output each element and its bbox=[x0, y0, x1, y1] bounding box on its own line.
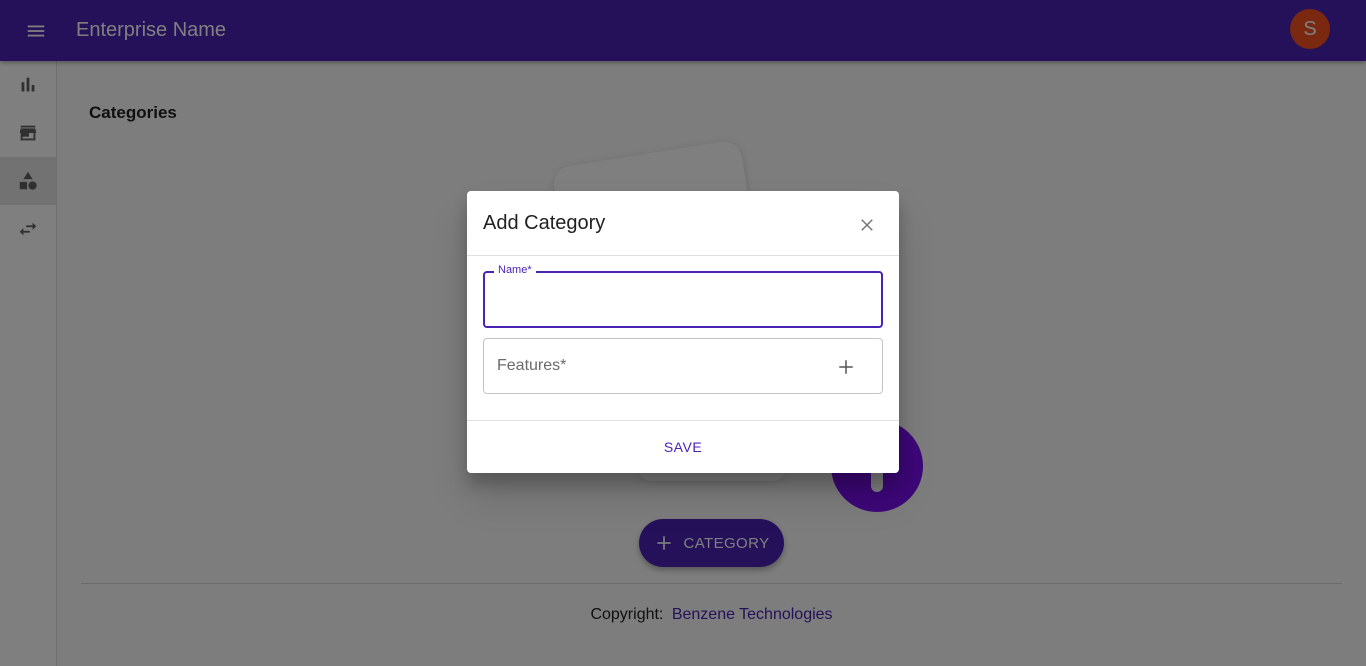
close-dialog-button[interactable] bbox=[855, 213, 879, 237]
category-name-input[interactable] bbox=[497, 287, 867, 311]
name-field-label: Name* bbox=[494, 264, 536, 276]
save-button[interactable]: SAVE bbox=[653, 433, 713, 461]
dialog-header: Add Category bbox=[467, 191, 899, 256]
features-input[interactable] bbox=[497, 355, 817, 377]
dialog-title: Add Category bbox=[483, 212, 606, 234]
dialog-footer: SAVE bbox=[467, 420, 899, 473]
category-name-field: Name* bbox=[483, 264, 883, 328]
add-category-dialog: Add Category Name* SAVE bbox=[467, 191, 899, 473]
add-feature-button[interactable] bbox=[834, 355, 858, 379]
plus-icon bbox=[839, 360, 853, 374]
features-field bbox=[483, 338, 883, 394]
close-icon bbox=[861, 219, 873, 231]
